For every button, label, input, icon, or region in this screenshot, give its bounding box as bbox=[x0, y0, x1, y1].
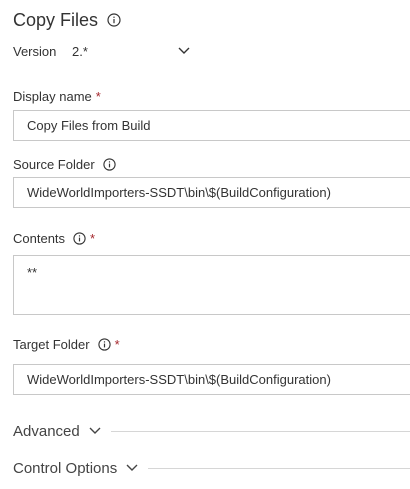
required-marker: * bbox=[114, 336, 120, 352]
display-name-input[interactable]: Copy Files from Build bbox=[13, 110, 410, 141]
version-row: Version 2.* bbox=[13, 41, 190, 61]
advanced-label: Advanced bbox=[13, 422, 80, 440]
source-folder-label-row: Source Folder bbox=[13, 155, 116, 173]
required-marker: * bbox=[95, 88, 101, 104]
section-divider bbox=[110, 430, 410, 432]
target-folder-label: Target Folder bbox=[13, 336, 90, 352]
display-name-label: Display name bbox=[13, 88, 92, 104]
task-title-row: Copy Files bbox=[13, 7, 121, 33]
advanced-section-header[interactable]: Advanced bbox=[13, 420, 410, 442]
source-folder-value: WideWorldImporters-SSDT\bin\$(BuildConfi… bbox=[27, 185, 331, 200]
chevron-down-icon[interactable] bbox=[126, 464, 138, 472]
contents-label-row: Contents * bbox=[13, 229, 95, 247]
contents-textarea[interactable]: ** bbox=[13, 255, 410, 315]
info-icon[interactable] bbox=[73, 231, 86, 245]
display-name-value: Copy Files from Build bbox=[27, 118, 151, 133]
control-options-section-header[interactable]: Control Options bbox=[13, 457, 410, 479]
source-folder-label: Source Folder bbox=[13, 156, 95, 172]
info-icon[interactable] bbox=[103, 157, 116, 171]
target-folder-input[interactable]: WideWorldImporters-SSDT\bin\$(BuildConfi… bbox=[13, 364, 410, 395]
source-folder-input[interactable]: WideWorldImporters-SSDT\bin\$(BuildConfi… bbox=[13, 177, 410, 208]
contents-label: Contents bbox=[13, 230, 66, 246]
info-icon[interactable] bbox=[97, 337, 111, 351]
display-name-label-row: Display name * bbox=[13, 87, 101, 105]
task-title: Copy Files bbox=[13, 9, 99, 30]
contents-value: ** bbox=[27, 265, 38, 280]
target-folder-value: WideWorldImporters-SSDT\bin\$(BuildConfi… bbox=[27, 372, 331, 387]
section-divider bbox=[148, 467, 410, 469]
target-folder-label-row: Target Folder * bbox=[13, 335, 120, 353]
chevron-down-icon[interactable] bbox=[178, 47, 190, 55]
info-icon[interactable] bbox=[107, 13, 121, 27]
version-value[interactable]: 2.* bbox=[72, 44, 172, 59]
control-options-label: Control Options bbox=[13, 459, 118, 477]
chevron-down-icon[interactable] bbox=[89, 427, 101, 435]
required-marker: * bbox=[90, 230, 96, 246]
version-label: Version bbox=[13, 43, 57, 59]
